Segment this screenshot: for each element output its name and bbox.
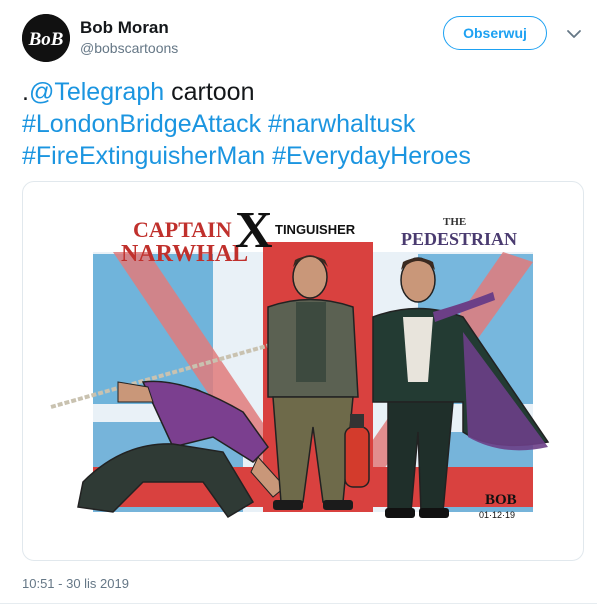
tweet-text-after-mention: cartoon	[164, 78, 255, 106]
divider	[0, 603, 597, 604]
chevron-down-icon[interactable]	[562, 22, 586, 46]
tweet-prefix: .	[22, 78, 29, 106]
title-tinguisher: TINGUISHER	[275, 222, 356, 237]
hashtag-link[interactable]: #EverydayHeroes	[272, 142, 471, 170]
avatar-logo: BoB	[22, 14, 70, 62]
cartoon-illustration: CAPTAIN NARWHAL X TINGUISHER THE PEDESTR…	[50, 202, 550, 520]
hashtag-link[interactable]: #narwhaltusk	[268, 110, 415, 138]
signature-date: 01·12·19	[479, 510, 515, 520]
artist-signature: BOB	[485, 492, 517, 508]
title-pedestrian: PEDESTRIAN	[401, 229, 517, 249]
title-the: THE	[443, 216, 466, 228]
tweet-text: .@Telegraph cartoon #LondonBridgeAttack …	[22, 76, 582, 172]
title-captain: CAPTAIN	[133, 217, 232, 242]
follow-button[interactable]: Obserwuj	[443, 16, 547, 50]
hashtag-link[interactable]: #LondonBridgeAttack	[22, 110, 261, 138]
author-handle[interactable]: @bobscartoons	[80, 40, 178, 56]
tweet-header: BoB Bob Moran @bobscartoons Obserwuj	[22, 14, 583, 62]
author-name[interactable]: Bob Moran	[80, 18, 169, 38]
mention-link[interactable]: @Telegraph	[29, 78, 164, 106]
title-narwhal: NARWHAL	[121, 241, 248, 267]
avatar[interactable]: BoB	[22, 14, 70, 62]
tweet-timestamp[interactable]: 10:51 - 30 lis 2019	[22, 576, 129, 591]
tweet-media-image[interactable]: CAPTAIN NARWHAL X TINGUISHER THE PEDESTR…	[22, 181, 584, 561]
hashtag-link[interactable]: #FireExtinguisherMan	[22, 142, 265, 170]
svg-text:BoB: BoB	[28, 29, 64, 50]
title-x: X	[235, 202, 273, 259]
tweet-card: BoB Bob Moran @bobscartoons Obserwuj .@T…	[0, 0, 597, 607]
